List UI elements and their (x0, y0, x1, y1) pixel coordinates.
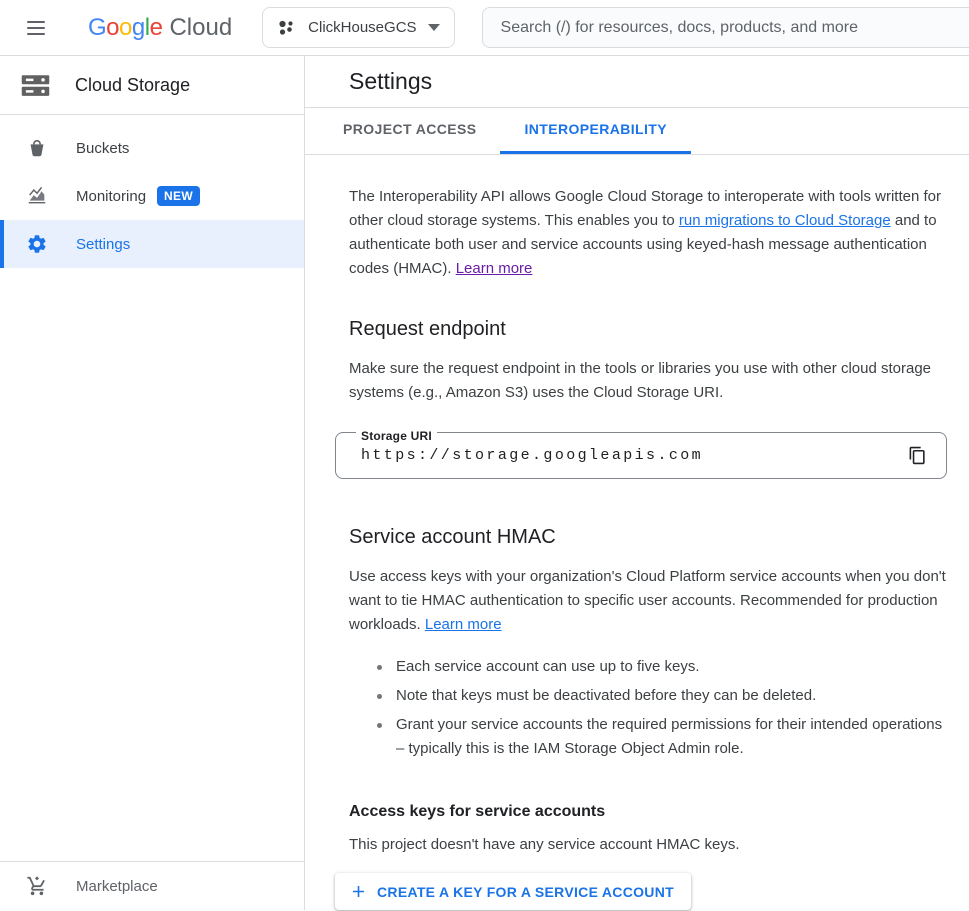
sidebar-item-monitoring[interactable]: Monitoring NEW (0, 172, 304, 220)
storage-uri-value: https://storage.googleapis.com (361, 444, 901, 468)
page-title: Settings (349, 68, 432, 95)
access-keys-heading: Access keys for service accounts (349, 801, 947, 823)
sidebar-item-label: Buckets (76, 140, 129, 157)
list-item: Each service account can use up to five … (377, 655, 947, 679)
storage-uri-label: Storage URI (356, 424, 437, 448)
search-input[interactable] (499, 18, 960, 38)
sidebar-item-label: Monitoring (76, 188, 146, 205)
storage-product-icon (19, 69, 52, 102)
sidebar-product-title: Cloud Storage (75, 75, 190, 96)
hmac-learn-more-link[interactable]: Learn more (425, 616, 502, 633)
sidebar-item-label: Marketplace (76, 878, 158, 895)
tab-content: The Interoperability API allows Google C… (305, 155, 969, 910)
request-endpoint-heading: Request endpoint (349, 315, 947, 343)
gear-icon (25, 232, 49, 256)
sidebar: Cloud Storage Buckets (0, 56, 305, 910)
access-keys-paragraph: This project doesn't have any service ac… (349, 833, 947, 857)
hmac-bullet-list: Each service account can use up to five … (349, 655, 947, 761)
tab-project-access[interactable]: PROJECT ACCESS (319, 108, 500, 154)
sidebar-product-header: Cloud Storage (0, 56, 304, 115)
request-endpoint-paragraph: Make sure the request endpoint in the to… (349, 357, 947, 405)
sidebar-footer: Marketplace (0, 861, 304, 910)
global-search[interactable] (482, 7, 969, 48)
storage-uri-field: Storage URI https://storage.googleapis.c… (335, 432, 947, 479)
service-account-hmac-heading: Service account HMAC (349, 523, 947, 551)
learn-more-link[interactable]: Learn more (456, 260, 533, 277)
logo-letter: o (106, 14, 119, 42)
intro-paragraph: The Interoperability API allows Google C… (349, 185, 947, 281)
logo-letter: o (119, 14, 132, 42)
monitoring-icon (25, 184, 49, 208)
app-header: Google Cloud ClickHouseGCS (0, 0, 969, 56)
cart-icon (25, 874, 49, 898)
service-account-hmac-paragraph: Use access keys with your organization's… (349, 565, 947, 637)
create-key-button-label: CREATE A KEY FOR A SERVICE ACCOUNT (377, 884, 674, 900)
sidebar-item-label: Settings (76, 236, 130, 253)
sidebar-nav: Buckets Monitoring NEW (0, 115, 304, 268)
list-item: Grant your service accounts the required… (377, 713, 947, 761)
create-key-button[interactable]: CREATE A KEY FOR A SERVICE ACCOUNT (335, 873, 691, 910)
title-row: Settings (305, 56, 969, 108)
tab-bar: PROJECT ACCESS INTEROPERABILITY (305, 108, 969, 155)
plus-icon (349, 882, 368, 901)
list-item: Note that keys must be deactivated befor… (377, 684, 947, 708)
google-cloud-logo[interactable]: Google Cloud (88, 14, 232, 42)
sidebar-item-buckets[interactable]: Buckets (0, 124, 304, 172)
hamburger-bars (27, 17, 45, 39)
run-migrations-link[interactable]: run migrations to Cloud Storage (679, 212, 891, 229)
project-selector[interactable]: ClickHouseGCS (262, 7, 454, 48)
sidebar-item-settings[interactable]: Settings (0, 220, 304, 268)
sidebar-item-marketplace[interactable]: Marketplace (0, 862, 304, 910)
project-name: ClickHouseGCS (308, 19, 416, 36)
main-panel: Settings PROJECT ACCESS INTEROPERABILITY… (305, 56, 969, 910)
menu-icon[interactable] (12, 4, 60, 52)
logo-cloud-text: Cloud (169, 14, 232, 42)
logo-letter: e (150, 14, 163, 42)
copy-icon[interactable] (901, 440, 933, 472)
new-badge: NEW (157, 186, 200, 206)
logo-letter: g (132, 14, 145, 42)
tab-interoperability[interactable]: INTEROPERABILITY (500, 108, 691, 154)
project-dots-icon (277, 18, 297, 38)
bucket-icon (25, 136, 49, 160)
logo-letter: G (88, 14, 106, 42)
chevron-down-icon (428, 24, 440, 31)
